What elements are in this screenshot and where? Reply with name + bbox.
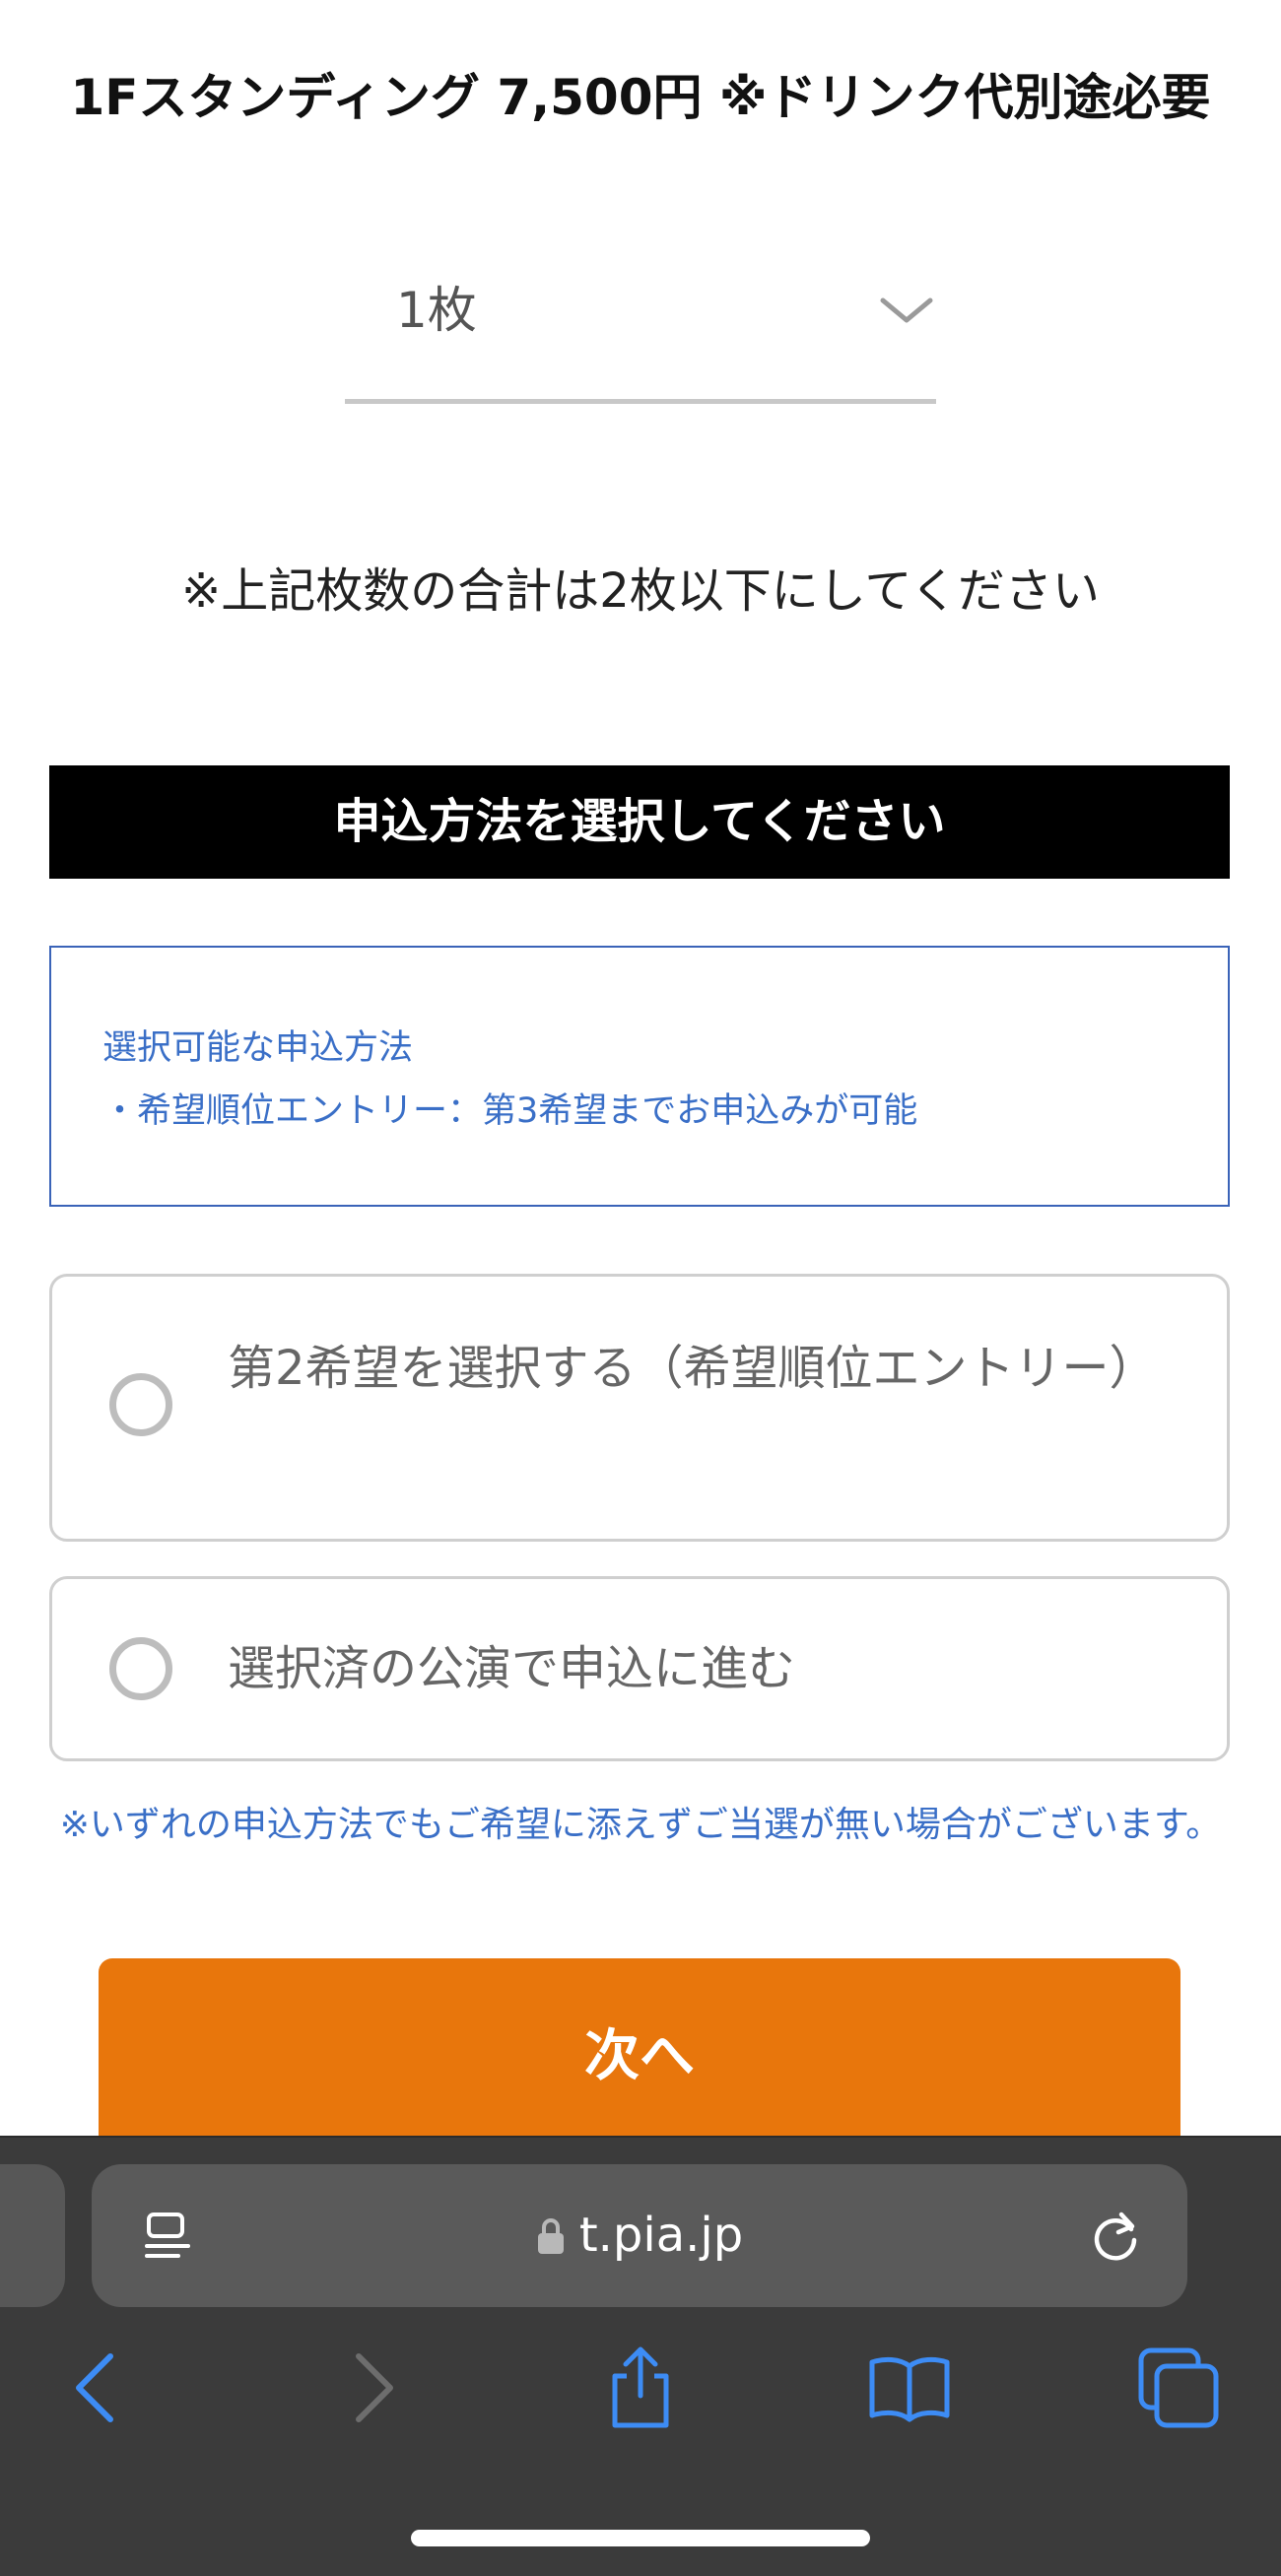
url-display[interactable]: t.pia.jp	[92, 2164, 1187, 2307]
ticket-quantity-select[interactable]: 1枚	[345, 261, 936, 404]
home-indicator	[411, 2530, 870, 2546]
method-disclaimer: ※いずれの申込方法でもご希望に添えずご当選が無い場合がございます。	[59, 1805, 1222, 1845]
radio-button[interactable]	[109, 1373, 172, 1436]
share-icon[interactable]	[597, 2345, 684, 2431]
ticket-type-title: 1Fスタンディング 7,500円 ※ドリンク代別途必要	[70, 69, 1211, 126]
info-item: ・希望順位エントリー：第3希望までお申込みが可能	[102, 1091, 918, 1131]
radio-button[interactable]	[109, 1637, 172, 1700]
chevron-right-icon[interactable]	[329, 2345, 416, 2431]
reload-icon[interactable]	[1086, 2208, 1143, 2265]
chevron-left-icon[interactable]	[53, 2345, 140, 2431]
option-label: 選択済の公演で申込に進む	[228, 1641, 796, 1696]
option-second-choice[interactable]: 第2希望を選択する（希望順位エントリー）	[49, 1274, 1230, 1542]
method-info-box: 選択可能な申込方法 ・希望順位エントリー：第3希望までお申込みが可能	[49, 946, 1230, 1207]
browser-bottom-chrome: t.pia.jp	[0, 2136, 1281, 2576]
book-icon[interactable]	[866, 2345, 953, 2431]
next-button[interactable]: 次へ	[99, 1958, 1180, 2155]
ticket-quantity-value: 1枚	[396, 282, 477, 339]
method-section-header: 申込方法を選択してください	[49, 765, 1230, 879]
address-bar[interactable]: t.pia.jp	[92, 2164, 1187, 2307]
tabs-icon[interactable]	[1135, 2345, 1222, 2431]
info-heading: 選択可能な申込方法	[102, 1028, 414, 1068]
option-label: 第2希望を選択する（希望順位エントリー）	[228, 1341, 1157, 1396]
chevron-down-icon	[880, 297, 933, 323]
previous-tab-preview[interactable]	[0, 2164, 65, 2307]
url-text: t.pia.jp	[578, 2208, 744, 2263]
lock-icon	[537, 2218, 564, 2254]
option-proceed-selected[interactable]: 選択済の公演で申込に進む	[49, 1576, 1230, 1761]
quantity-limit-note: ※上記枚数の合計は2枚以下にしてください	[181, 563, 1100, 619]
